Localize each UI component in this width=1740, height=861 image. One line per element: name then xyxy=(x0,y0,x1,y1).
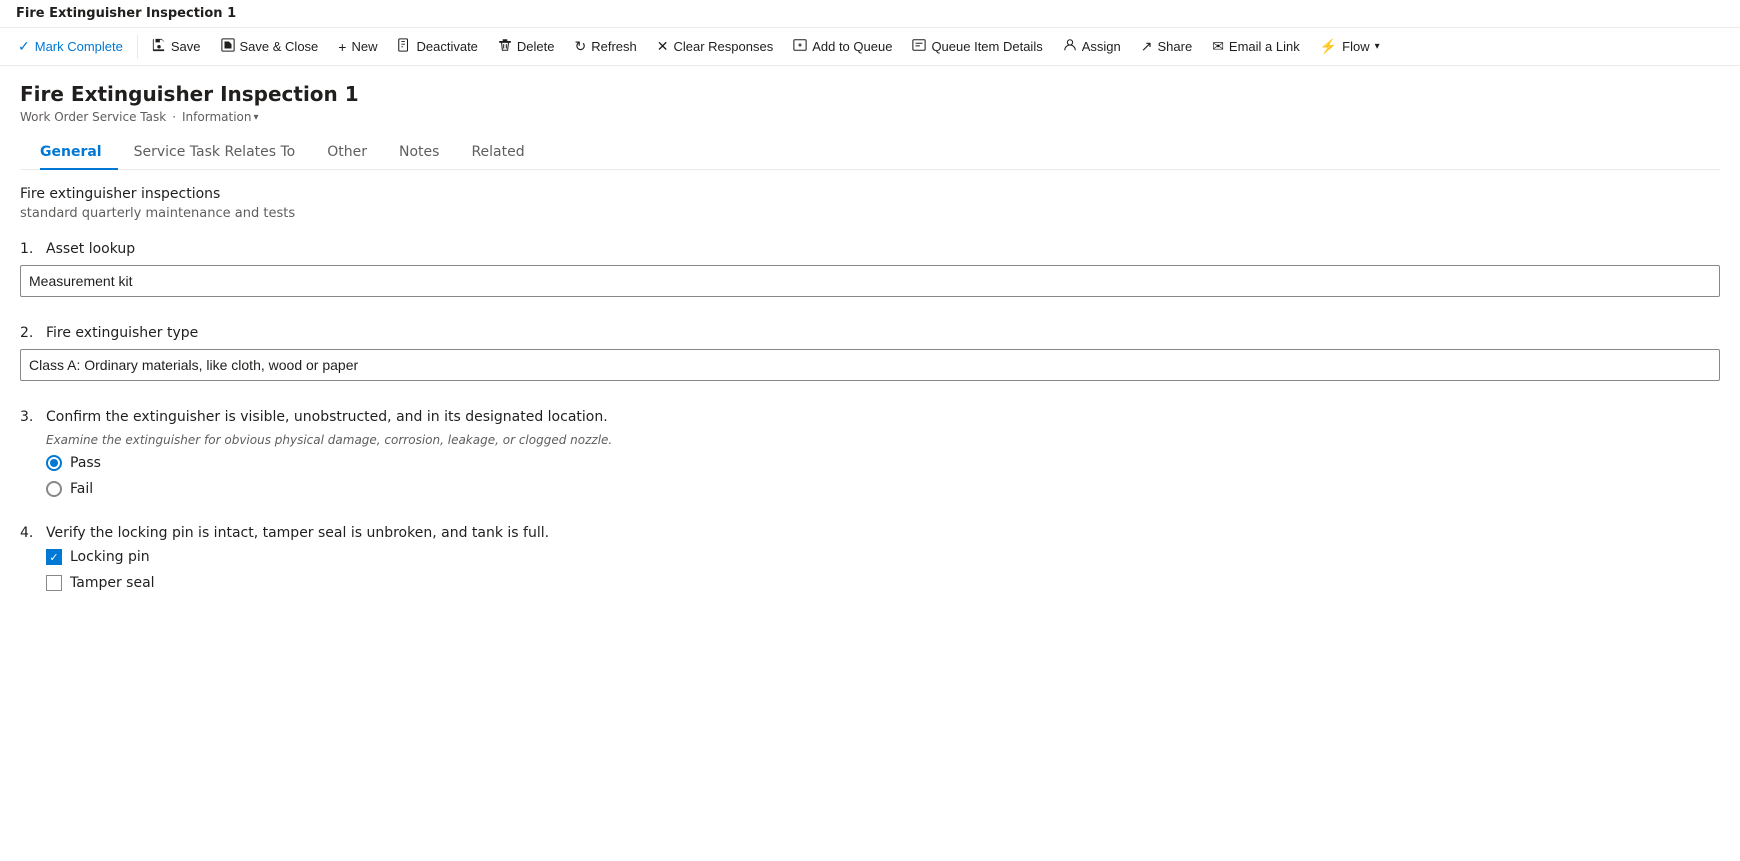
command-bar: ✓ Mark Complete Save Save & Close + New … xyxy=(0,28,1740,66)
record-subtitle: Work Order Service Task · Information ▾ xyxy=(20,110,1720,124)
tab-general[interactable]: General xyxy=(40,136,118,170)
question-3-hint: Examine the extinguisher for obvious phy… xyxy=(46,433,1720,447)
tab-notes[interactable]: Notes xyxy=(383,136,455,170)
tab-other[interactable]: Other xyxy=(311,136,383,170)
share-icon: ↗ xyxy=(1141,38,1153,55)
question-1-input[interactable] xyxy=(20,265,1720,297)
question-4-checkbox-group: Locking pin Tamper seal xyxy=(46,549,1720,591)
main-content: Fire extinguisher inspections standard q… xyxy=(0,170,1740,639)
delete-icon xyxy=(498,38,512,55)
checkmark-icon: ✓ xyxy=(18,38,30,55)
new-button[interactable]: + New xyxy=(328,33,387,61)
radio-pass-label: Pass xyxy=(70,455,101,471)
queue-icon xyxy=(793,38,807,55)
save-close-button[interactable]: Save & Close xyxy=(211,32,329,61)
question-3-label: 3. Confirm the extinguisher is visible, … xyxy=(20,409,1720,425)
question-3: 3. Confirm the extinguisher is visible, … xyxy=(20,409,1720,497)
flow-icon: ⚡ xyxy=(1320,38,1337,55)
question-4-number: 4. xyxy=(20,525,40,541)
question-2: 2. Fire extinguisher type xyxy=(20,325,1720,381)
email-icon: ✉ xyxy=(1212,38,1224,55)
save-button[interactable]: Save xyxy=(142,32,211,61)
title-bar: Fire Extinguisher Inspection 1 xyxy=(0,0,1740,28)
checkbox-tamper-seal-label: Tamper seal xyxy=(70,575,155,591)
email-link-button[interactable]: ✉ Email a Link xyxy=(1202,32,1310,61)
question-2-number: 2. xyxy=(20,325,40,341)
record-header: Fire Extinguisher Inspection 1 Work Orde… xyxy=(0,66,1740,170)
question-2-input[interactable] xyxy=(20,349,1720,381)
queue-details-icon xyxy=(912,38,926,55)
delete-button[interactable]: Delete xyxy=(488,32,565,61)
record-type-label: Work Order Service Task xyxy=(20,110,166,124)
question-1-text: Asset lookup xyxy=(46,241,1720,257)
radio-pass[interactable]: Pass xyxy=(46,455,1720,471)
question-4: 4. Verify the locking pin is intact, tam… xyxy=(20,525,1720,591)
question-3-radio-group: Pass Fail xyxy=(46,455,1720,497)
question-4-text: Verify the locking pin is intact, tamper… xyxy=(46,525,1720,541)
clear-icon: ✕ xyxy=(657,38,669,55)
share-button[interactable]: ↗ Share xyxy=(1131,32,1202,61)
section-subtitle: standard quarterly maintenance and tests xyxy=(20,206,1720,221)
save-close-icon xyxy=(221,38,235,55)
tab-related[interactable]: Related xyxy=(455,136,540,170)
subtitle-dot: · xyxy=(172,110,176,124)
assign-button[interactable]: Assign xyxy=(1053,32,1131,61)
checkbox-locking-pin-label: Locking pin xyxy=(70,549,150,565)
question-2-label: 2. Fire extinguisher type xyxy=(20,325,1720,341)
refresh-icon: ↻ xyxy=(574,38,586,55)
section-title: Fire extinguisher inspections xyxy=(20,186,1720,202)
save-icon xyxy=(152,38,166,55)
checkbox-tamper-seal-input[interactable] xyxy=(46,575,62,591)
tab-service-task-relates-to[interactable]: Service Task Relates To xyxy=(118,136,312,170)
checkbox-locking-pin-input[interactable] xyxy=(46,549,62,565)
clear-responses-button[interactable]: ✕ Clear Responses xyxy=(647,32,783,61)
question-3-text: Confirm the extinguisher is visible, uno… xyxy=(46,409,1720,425)
question-1: 1. Asset lookup xyxy=(20,241,1720,297)
record-title: Fire Extinguisher Inspection 1 xyxy=(20,82,1720,106)
chevron-down-icon: ▾ xyxy=(1375,41,1380,52)
checkbox-locking-pin[interactable]: Locking pin xyxy=(46,549,1720,565)
radio-fail-label: Fail xyxy=(70,481,93,497)
mark-complete-button[interactable]: ✓ Mark Complete xyxy=(8,32,133,61)
radio-pass-input[interactable] xyxy=(46,455,62,471)
flow-button[interactable]: ⚡ Flow ▾ xyxy=(1310,32,1390,61)
radio-fail[interactable]: Fail xyxy=(46,481,1720,497)
question-1-number: 1. xyxy=(20,241,40,257)
radio-fail-input[interactable] xyxy=(46,481,62,497)
info-chevron-icon: ▾ xyxy=(253,112,258,123)
refresh-button[interactable]: ↻ Refresh xyxy=(564,32,646,61)
question-1-label: 1. Asset lookup xyxy=(20,241,1720,257)
divider xyxy=(137,35,138,59)
assign-icon xyxy=(1063,38,1077,55)
deactivate-button[interactable]: Deactivate xyxy=(387,32,487,61)
tabs-bar: General Service Task Relates To Other No… xyxy=(20,136,1720,170)
deactivate-icon xyxy=(397,38,411,55)
checkbox-tamper-seal[interactable]: Tamper seal xyxy=(46,575,1720,591)
add-to-queue-button[interactable]: Add to Queue xyxy=(783,32,902,61)
question-2-text: Fire extinguisher type xyxy=(46,325,1720,341)
title-bar-text: Fire Extinguisher Inspection 1 xyxy=(16,6,236,21)
question-3-number: 3. xyxy=(20,409,40,425)
queue-item-details-button[interactable]: Queue Item Details xyxy=(902,32,1052,61)
plus-icon: + xyxy=(338,39,346,55)
info-link[interactable]: Information ▾ xyxy=(182,110,259,124)
question-4-label: 4. Verify the locking pin is intact, tam… xyxy=(20,525,1720,541)
